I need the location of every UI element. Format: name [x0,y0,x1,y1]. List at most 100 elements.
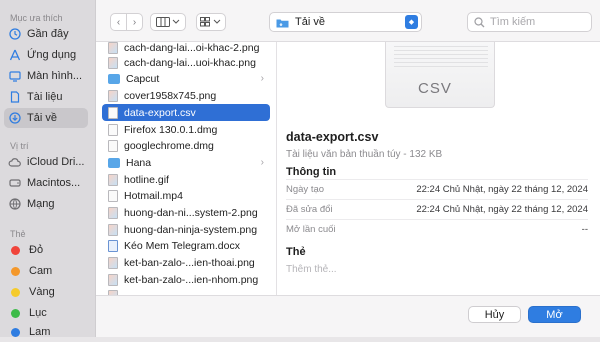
back-button[interactable]: ‹ [110,13,127,31]
sidebar-item-label: Lam [29,326,51,338]
file-row[interactable]: huong-dan-ninja-system.png [102,221,270,238]
grid-icon [200,17,221,27]
word-doc-icon [108,239,118,252]
cloud-icon [8,156,21,169]
sidebar-tag-blue[interactable]: Lam [4,322,88,342]
columns-view-icon [156,17,180,27]
image-file-icon [108,273,118,286]
file-row[interactable]: huong-dan-ni...system-2.png [102,204,270,221]
video-file-icon [108,189,118,202]
sidebar-item-label: Cam [29,265,53,277]
file-row[interactable]: Hotmail.mp4 [102,187,270,204]
file-row[interactable]: googlechrome.dmg [102,137,270,154]
folder-icon [276,17,289,28]
disk-icon [8,177,21,190]
image-file-icon [108,256,118,269]
sidebar-item-desktop[interactable]: Màn hình... [4,66,88,86]
search-field[interactable]: Tìm kiếm [467,12,592,32]
meta-key: Mở lần cuối [286,224,336,235]
sidebar-item-label: Gần đây [27,28,69,40]
sidebar-tag-orange[interactable]: Cam [4,261,88,281]
sidebar-tag-green[interactable]: Lục [4,303,88,323]
preview-file-kind: Tài liệu văn bản thuần túy - 132 KB [286,149,443,160]
image-file-icon [108,173,118,186]
sidebar-item-label: Ứng dụng [27,49,77,61]
file-name: cover1958x745.png [124,89,217,102]
meta-row-modified: Đã sửa đổi 22:24 Chủ Nhật, ngày 22 tháng… [286,199,588,219]
meta-row-created: Ngày tạo 22:24 Chủ Nhật, ngày 22 tháng 1… [286,179,588,199]
disk-image-file-icon [108,123,118,136]
apps-icon [8,49,21,62]
file-row[interactable]: hotline.gif [102,171,270,188]
file-row[interactable]: cover1958x745.png [102,87,270,104]
meta-key: Đã sửa đổi [286,204,333,215]
folder-row[interactable]: Capcut › [102,70,270,87]
forward-button[interactable]: › [126,13,143,31]
file-row[interactable]: ket-ban-zalo-...ien-thoai.png [102,254,270,271]
thumbnail-lines [394,46,488,70]
sidebar-item-label: Tài liệu [27,91,63,103]
file-name: Firefox 130.0.1.dmg [124,123,218,136]
sidebar-item-label: iCloud Dri... [27,156,85,168]
image-file-icon [108,206,118,219]
sidebar-item-recents[interactable]: Gần đây [4,24,88,44]
file-row[interactable]: Firefox 130.0.1.dmg [102,121,270,138]
updown-chevron-icon: ◆ [405,15,418,29]
add-tags-field[interactable]: Thêm thẻ... [286,264,337,275]
sidebar-item-label: Màn hình... [27,70,83,82]
open-button[interactable]: Mở [528,306,581,323]
group-button[interactable] [196,13,226,31]
file-name: ket-ban-zalo-...ien-nhom.png [124,273,259,286]
file-row[interactable]: Kéo Mem Telegram.docx [102,237,270,254]
sidebar-item-label: Macintos... [27,177,81,189]
file-name: hotline.gif [124,173,169,186]
file-name: googlechrome.dmg [124,139,214,152]
desktop-icon [8,70,21,83]
sidebar: Mục ưa thích Gần đây Ứng dụng Màn hình..… [0,0,96,338]
file-name: Capcut [126,72,160,85]
cancel-button[interactable]: Hủy [468,306,521,323]
preview-file-name: data-export.csv [286,130,379,144]
sidebar-item-downloads[interactable]: Tải về [4,108,88,128]
sidebar-item-macintosh[interactable]: Macintos... [4,173,88,193]
location-label: Tải về [295,16,325,28]
file-list: cach-dang-lai...oi-khac-2.png cach-dang-… [96,42,277,295]
sidebar-item-label: Mạng [27,198,55,210]
sidebar-item-documents[interactable]: Tài liệu [4,87,88,107]
file-name: cach-dang-lai...oi-khac-2.png [124,42,260,54]
image-file-icon [108,89,118,102]
sidebar-tag-yellow[interactable]: Vàng [4,282,88,302]
view-mode-button[interactable] [150,13,186,31]
clock-icon [8,28,21,41]
file-name: Hana [126,156,152,169]
locations-heading: Vị trí [10,141,29,151]
meta-value: -- [581,224,588,235]
sidebar-tag-red[interactable]: Đỏ [4,240,88,260]
search-placeholder: Tìm kiếm [490,16,536,28]
main-panel: ‹ › Tải về ◆ Tìm kiếm cach-dang-lai...oi… [96,0,600,337]
sidebar-item-label: Đỏ [29,244,44,256]
sidebar-item-icloud[interactable]: iCloud Dri... [4,152,88,172]
thumbnail-label: CSV [418,80,452,97]
blue-tag-dot [11,327,20,337]
meta-value: 22:24 Chủ Nhật, ngày 22 tháng 12, 2024 [416,184,588,195]
chevron-right-icon: › [260,157,264,168]
file-row-selected[interactable]: data-export.csv [102,104,270,121]
file-row[interactable]: ket-ban-zalo-...ien-nhom.png [102,271,270,288]
folder-icon [108,157,120,168]
location-popup[interactable]: Tải về ◆ [269,12,422,32]
sidebar-item-network[interactable]: Mạng [4,194,88,214]
meta-value: 22:24 Chủ Nhật, ngày 22 tháng 12, 2024 [416,204,588,215]
file-thumbnail: CSV [385,42,495,108]
meta-key: Ngày tạo [286,184,325,195]
network-icon [8,198,21,211]
file-row[interactable] [102,287,270,295]
file-name: Kéo Mem Telegram.docx [124,239,240,252]
file-row[interactable]: cach-dang-lai...uoi-khac.png [102,54,270,71]
favorites-heading: Mục ưa thích [10,13,63,23]
sidebar-item-applications[interactable]: Ứng dụng [4,45,88,65]
file-name: cach-dang-lai...uoi-khac.png [124,56,256,69]
file-name: ket-ban-zalo-...ien-thoai.png [124,256,255,269]
document-icon [8,91,21,104]
folder-row[interactable]: Hana › [102,154,270,171]
